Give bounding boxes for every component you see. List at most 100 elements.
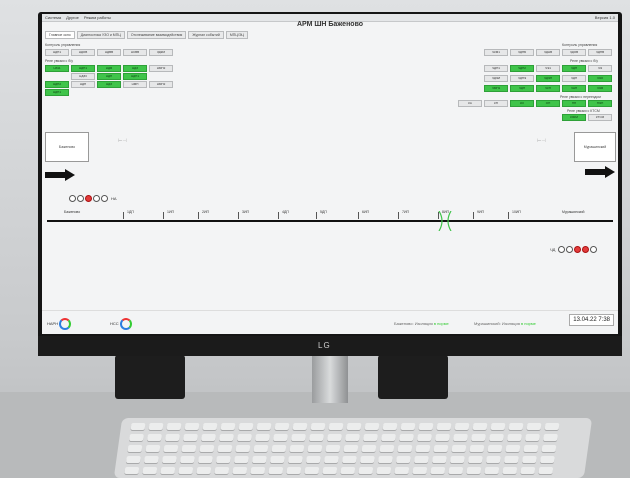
tab-journal[interactable]: Журнал событий: [188, 31, 224, 39]
keyboard-key: [166, 423, 182, 430]
keyboard-key: [289, 445, 305, 452]
right-control-button[interactable]: ЧКМ1: [484, 49, 508, 56]
right-relay-button[interactable]: ЧНП: [562, 85, 586, 92]
keyboard-key: [256, 423, 272, 430]
keyboard-key: [325, 445, 341, 452]
left-relay-button[interactable]: НДП1: [45, 89, 69, 96]
right-relay-button[interactable]: ЧМП1: [484, 85, 508, 92]
track-section-label: 1ДП: [127, 210, 134, 214]
right-relay-button[interactable]: ЧЭФ: [588, 85, 612, 92]
menu-item-other[interactable]: Другое: [66, 15, 79, 20]
signal-lamp: [590, 246, 598, 253]
keyboard-key: [271, 445, 287, 452]
right-relay-button[interactable]: ЧДП: [562, 75, 586, 82]
status-ring-icon: [59, 318, 72, 330]
app-title: АРМ ШН Баженово: [296, 21, 364, 28]
right-relay-button[interactable]: ЧДП2: [510, 65, 534, 72]
signal-lamp: [566, 246, 574, 253]
keyboard-key: [199, 445, 215, 452]
right-control-button[interactable]: ЧДОВ: [562, 49, 586, 56]
left-relay-button[interactable]: НДП: [97, 73, 121, 80]
track-line: [47, 220, 613, 222]
keyboard-key: [524, 434, 540, 441]
right-relay-button[interactable]: ЧДЭИ: [484, 75, 508, 82]
station-box-left[interactable]: Баженово: [45, 132, 89, 162]
crossing-relay-button[interactable]: ПП: [562, 100, 586, 107]
keyboard-key: [254, 434, 270, 441]
left-control-button[interactable]: НДВВ: [97, 49, 121, 56]
left-relay-button[interactable]: НМП2: [149, 81, 173, 88]
tab-main[interactable]: Главное окно: [45, 31, 75, 39]
left-relay-button[interactable]: НДП1: [123, 73, 147, 80]
keyboard-key: [197, 456, 213, 463]
left-relay-button[interactable]: НДП1: [71, 65, 95, 72]
keyboard-key: [308, 434, 324, 441]
keyboard-key: [526, 423, 542, 430]
right-relay-button[interactable]: ЧДП: [562, 65, 586, 72]
crossing-relay-button[interactable]: ПЭП: [588, 100, 612, 107]
keyboard-key: [161, 456, 177, 463]
left-control-button[interactable]: НДП1: [45, 49, 69, 56]
menu-item-system[interactable]: Система: [45, 15, 61, 20]
keyboard-key: [361, 445, 377, 452]
crossing-relay-button[interactable]: КО: [510, 100, 534, 107]
right-relay-button[interactable]: ЧЭ1: [536, 65, 560, 72]
ktsm-relay-button[interactable]: КТСМ: [588, 114, 612, 121]
left-control-button[interactable]: НДОВ: [71, 49, 95, 56]
keyboard-key: [538, 467, 554, 474]
direction-arrow-right-right: [585, 166, 615, 178]
station-box-right[interactable]: Мурашинский: [574, 132, 616, 162]
tab-diagnostics[interactable]: Диагностика УЗО и МПЦ: [76, 31, 125, 39]
signal-lamp: [69, 195, 76, 202]
keyboard-key: [124, 467, 140, 474]
ktsm-relay-button[interactable]: КЗКМ: [562, 114, 586, 121]
right-control-button[interactable]: ЧДПБ: [510, 49, 534, 56]
right-relay-button[interactable]: ЧДЭП: [536, 75, 560, 82]
left-relay-button[interactable]: НМП2: [149, 65, 173, 72]
right-relay-button[interactable]: ЧДПЭ: [510, 75, 534, 82]
left-relay-button[interactable]: НДЗ3: [71, 73, 95, 80]
left-relay-button[interactable]: НЗ11: [45, 65, 69, 72]
track-section-label: 5ДП: [320, 210, 327, 214]
tab-mpc[interactable]: МПЦ/ЭЦ: [225, 31, 248, 39]
keyboard-key: [305, 456, 321, 463]
menu-item-mode[interactable]: Режим работы: [84, 15, 111, 20]
keyboard-key: [326, 434, 342, 441]
left-relay-button[interactable]: НМП: [123, 81, 147, 88]
keyboard-key: [344, 434, 360, 441]
crossing-relay-button[interactable]: ОП: [536, 100, 560, 107]
signal-right[interactable]: ЧД: [550, 246, 598, 253]
keyboard-key: [340, 467, 356, 474]
left-relay-button[interactable]: НДП: [71, 81, 95, 88]
right-relay-button[interactable]: ЧЭ: [588, 65, 612, 72]
keyboard-key: [250, 467, 266, 474]
right-control-button[interactable]: ЧДНВ: [536, 49, 560, 56]
right-relay-button[interactable]: ЧКП: [536, 85, 560, 92]
status-left-1: НАРН: [47, 318, 72, 330]
left-relay-button[interactable]: НДЗ: [123, 65, 147, 72]
keyboard-key: [163, 445, 179, 452]
right-label-ktsm: Реле увязки с КТСМ: [567, 109, 600, 113]
keyboard-key: [451, 445, 467, 452]
track-section-tick: [316, 212, 317, 219]
left-relay-button[interactable]: НДФ: [97, 65, 121, 72]
right-relay-button[interactable]: ЧДП1: [484, 65, 508, 72]
left-relay-button[interactable]: НДП2: [45, 81, 69, 88]
crossing-relay-button[interactable]: КП: [484, 100, 508, 107]
signal-left[interactable]: НА: [69, 195, 117, 202]
tab-interaction[interactable]: Отслеживание взаимодействия: [126, 31, 187, 39]
right-relay-button[interactable]: ЧЭО: [588, 75, 612, 82]
status-left-2-label: НСС: [110, 321, 119, 327]
keyboard-key: [184, 423, 200, 430]
left-control-button[interactable]: ЗДКМ: [149, 49, 173, 56]
left-speaker: [115, 355, 185, 399]
keyboard-key: [484, 467, 500, 474]
left-relay-button[interactable]: НДЗ: [97, 81, 121, 88]
direction-arrow-right-left: [45, 169, 75, 181]
keyboard-key: [449, 456, 465, 463]
keyboard-key: [343, 445, 359, 452]
left-control-button[interactable]: НСВВ: [123, 49, 147, 56]
right-relay-button[interactable]: ЧДП: [510, 85, 534, 92]
crossing-relay-button[interactable]: КА: [458, 100, 482, 107]
right-control-button[interactable]: ЧДПВ: [588, 49, 612, 56]
